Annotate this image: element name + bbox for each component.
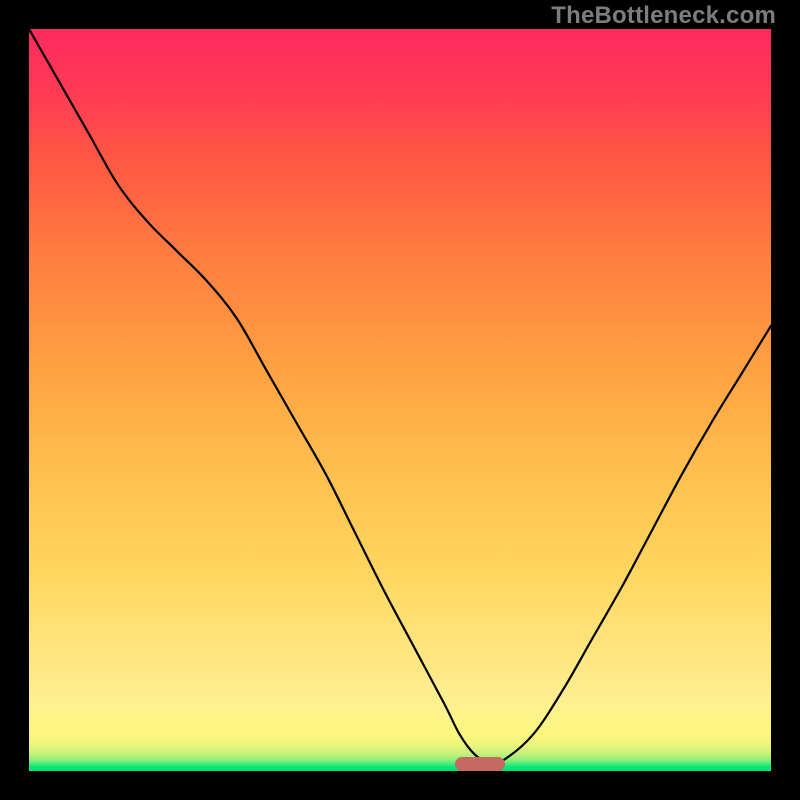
plot-area bbox=[29, 29, 771, 771]
watermark-text: TheBottleneck.com bbox=[551, 2, 776, 30]
bottleneck-minimum-marker bbox=[455, 757, 505, 771]
chart-frame: TheBottleneck.com bbox=[0, 0, 800, 800]
bottleneck-curve bbox=[29, 29, 771, 771]
